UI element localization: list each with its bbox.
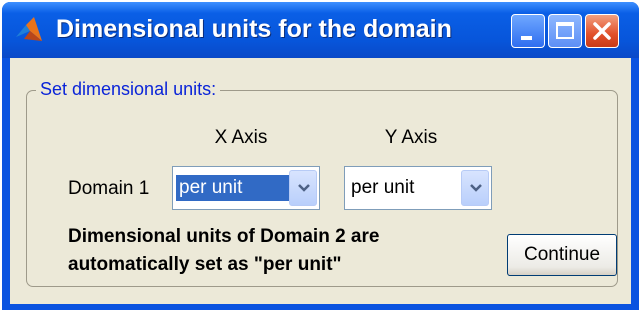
maximize-button[interactable] xyxy=(548,14,582,48)
window-title: Dimensional units for the domain xyxy=(56,15,452,43)
y-axis-unit-value: per unit xyxy=(351,177,415,198)
y-axis-header: Y Axis xyxy=(384,127,438,148)
x-axis-unit-value: per unit xyxy=(176,175,289,201)
y-axis-dropdown-button[interactable] xyxy=(461,170,489,206)
matlab-icon xyxy=(16,17,42,41)
y-axis-unit-select[interactable]: per unit xyxy=(344,166,492,210)
close-icon xyxy=(593,22,611,40)
dialog-window: Dimensional units for the domain Set dim… xyxy=(2,2,639,310)
x-axis-dropdown-button[interactable] xyxy=(289,170,317,206)
title-bar[interactable]: Dimensional units for the domain xyxy=(2,2,639,58)
note-line-2: automatically set as "per unit" xyxy=(68,254,342,275)
continue-button[interactable]: Continue xyxy=(507,234,617,276)
close-button[interactable] xyxy=(585,14,619,48)
info-note: Dimensional units of Domain 2 are automa… xyxy=(68,223,379,279)
minimize-icon xyxy=(521,36,532,40)
chevron-down-icon xyxy=(470,184,482,192)
dialog-body: Set dimensional units: X Axis Y Axis Dom… xyxy=(10,58,631,304)
panel-label: Set dimensional units: xyxy=(36,77,221,101)
maximize-icon xyxy=(556,22,574,39)
x-axis-unit-select[interactable]: per unit xyxy=(172,166,320,210)
note-line-1: Dimensional units of Domain 2 are xyxy=(68,226,380,247)
chevron-down-icon xyxy=(298,184,310,192)
minimize-button[interactable] xyxy=(511,14,545,48)
domain1-label: Domain 1 xyxy=(68,178,150,199)
x-axis-header: X Axis xyxy=(214,127,268,148)
